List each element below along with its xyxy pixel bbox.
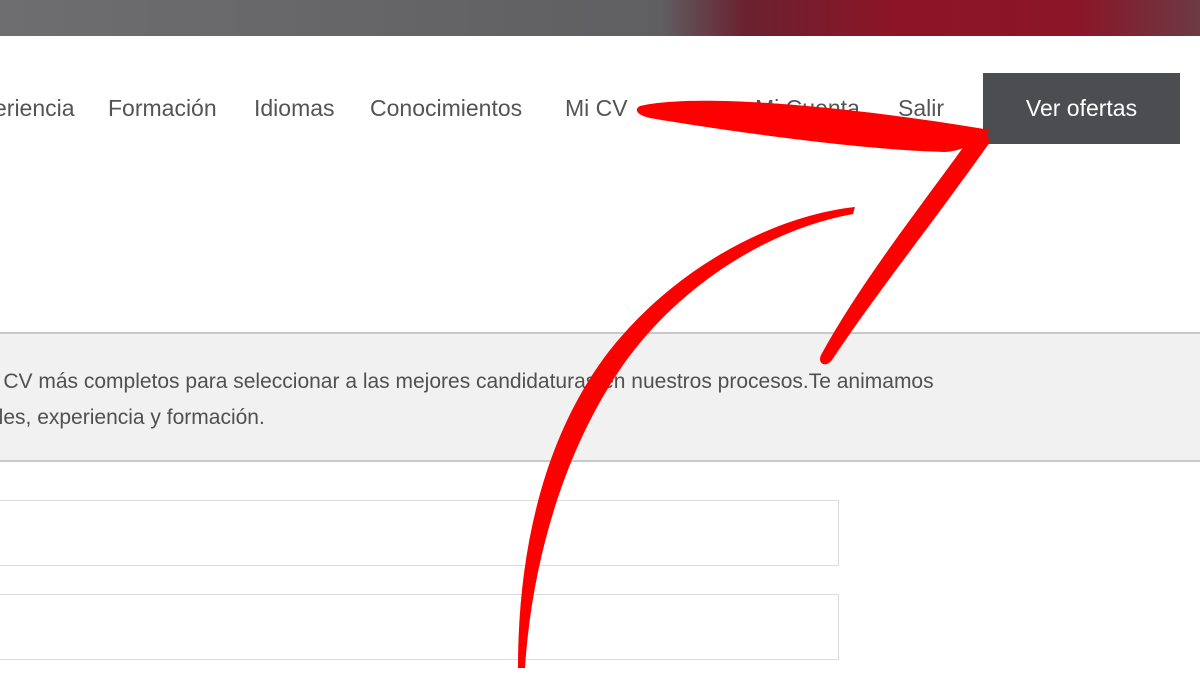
nav-formacion[interactable]: Formación <box>108 94 217 122</box>
ver-ofertas-button[interactable]: Ver ofertas <box>983 73 1180 144</box>
notice-text-line-2: ales, experiencia y formación. <box>0 406 265 429</box>
arrow-head-lower <box>820 130 990 365</box>
notice-text-line-1: s CV más completos para seleccionar a la… <box>0 370 934 393</box>
nav-salir[interactable]: Salir <box>898 94 944 122</box>
nav-conocimientos[interactable]: Conocimientos <box>370 94 522 122</box>
browser-top-bar <box>0 0 1200 36</box>
nav-experiencia[interactable]: eriencia <box>0 94 75 122</box>
nav-idiomas[interactable]: Idiomas <box>254 94 335 122</box>
form-field-1[interactable] <box>0 500 839 566</box>
form-field-2[interactable] <box>0 594 839 660</box>
nav-mi-cv[interactable]: Mi CV <box>565 94 628 122</box>
info-notice: s CV más completos para seleccionar a la… <box>0 332 1200 462</box>
nav-mi-cuenta[interactable]: Mi Cuenta <box>755 94 860 122</box>
